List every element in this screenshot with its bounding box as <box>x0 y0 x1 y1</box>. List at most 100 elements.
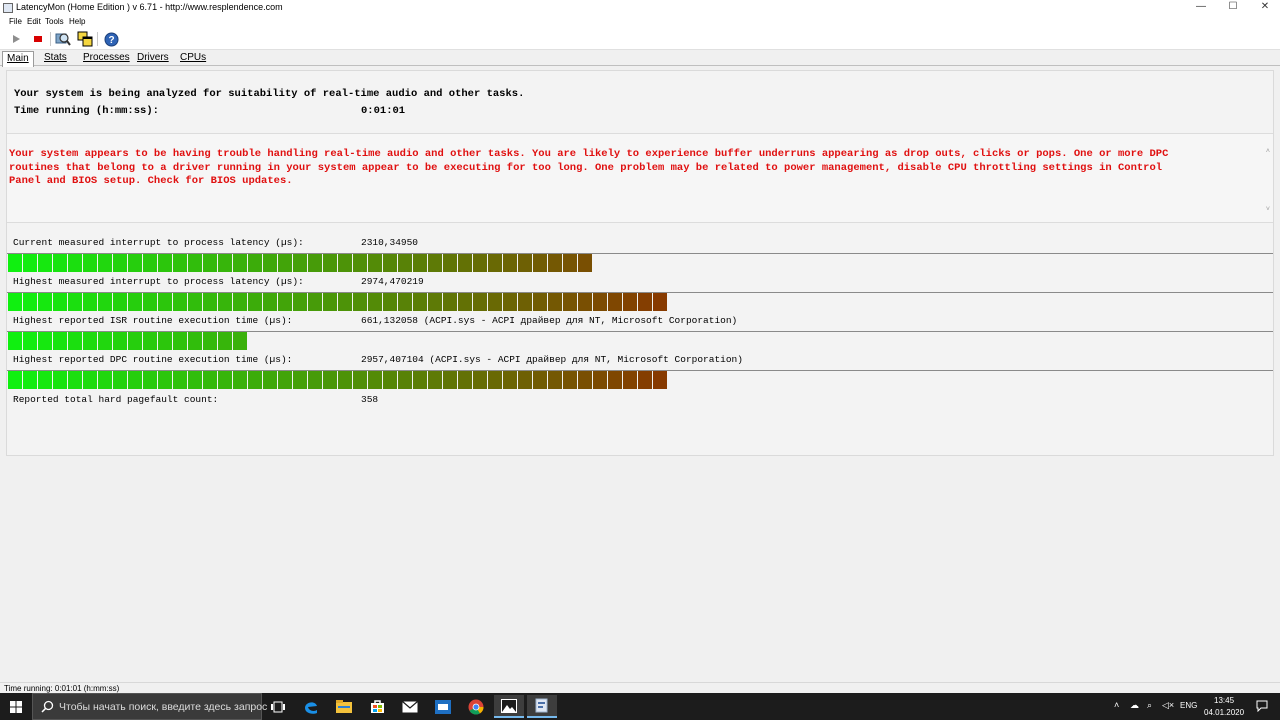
meter-segment <box>188 332 202 350</box>
meter-segment <box>143 371 157 389</box>
close-button[interactable]: ✕ <box>1248 0 1280 16</box>
meter-segment <box>173 254 187 272</box>
meter-segment <box>653 371 667 389</box>
minimize-button[interactable]: — <box>1184 0 1218 16</box>
meter-segment <box>308 293 322 311</box>
meter-segment <box>323 254 337 272</box>
scroll-down-icon[interactable]: ˅ <box>1266 206 1270 213</box>
search-icon <box>41 700 54 713</box>
clock-time[interactable]: 13:45 <box>1214 696 1234 705</box>
meter-segment <box>323 293 337 311</box>
tab-processes[interactable]: Processes <box>79 51 134 66</box>
meter-segment <box>53 254 67 272</box>
mail-button[interactable] <box>395 695 425 718</box>
current-latency-bar <box>8 254 593 272</box>
highest-latency-value: 2974,470219 <box>361 276 424 287</box>
meter-segment <box>113 293 127 311</box>
meter-segment <box>113 254 127 272</box>
meter-segment <box>233 371 247 389</box>
file-explorer-icon <box>336 699 352 713</box>
weather-button[interactable] <box>428 695 458 718</box>
menu-tools[interactable]: Tools <box>45 17 64 26</box>
meter-segment <box>98 332 112 350</box>
pagefault-value: 358 <box>361 394 379 405</box>
edge-icon <box>305 701 317 714</box>
meter-segment <box>578 254 592 272</box>
tab-drivers[interactable]: Drivers <box>133 51 173 66</box>
meter-segment <box>113 371 127 389</box>
task-view-button[interactable] <box>263 695 293 718</box>
analyze-button[interactable] <box>54 31 72 47</box>
stop-monitoring-button[interactable] <box>29 31 47 47</box>
scroll-up-icon[interactable]: ˄ <box>1266 148 1270 155</box>
meter-segment <box>413 293 427 311</box>
warning-message: Your system appears to be having trouble… <box>9 148 1169 187</box>
start-monitoring-button[interactable] <box>7 31 25 47</box>
meter-segment <box>473 371 487 389</box>
status-bar: Time running: 0:01:01 (h:mm:ss) <box>0 682 1280 693</box>
meter-segment <box>623 293 637 311</box>
help-button[interactable]: ? <box>102 31 120 47</box>
svg-text:?: ? <box>108 35 114 46</box>
warning-box[interactable]: Your system appears to be having trouble… <box>7 133 1273 223</box>
highest-latency-label: Highest measured interrupt to process la… <box>13 276 304 287</box>
meter-segment <box>143 332 157 350</box>
meter-segment <box>443 254 457 272</box>
tab-cpus[interactable]: CPUs <box>176 51 210 66</box>
meter-segment <box>578 293 592 311</box>
tab-bar: Main Stats Processes Drivers CPUs <box>0 50 1280 67</box>
tray-overflow-icon[interactable]: ˄ <box>1114 700 1119 710</box>
meter-segment <box>248 371 262 389</box>
meter-segment <box>503 371 517 389</box>
meter-segment <box>578 371 592 389</box>
meter-segment <box>38 332 52 350</box>
meter-segment <box>278 293 292 311</box>
meter-segment <box>518 371 532 389</box>
file-explorer-button[interactable] <box>329 695 359 718</box>
meter-segment <box>503 293 517 311</box>
task-view-icon <box>271 701 285 712</box>
latencymon-icon <box>535 698 548 713</box>
meter-segment <box>38 254 52 272</box>
onedrive-icon[interactable]: ☁ <box>1130 700 1139 711</box>
edge-button[interactable] <box>296 695 326 718</box>
meter-segment <box>428 254 442 272</box>
meter-segment <box>128 254 142 272</box>
meter-segment <box>458 293 472 311</box>
meter-segment <box>593 371 607 389</box>
meter-segment <box>68 293 82 311</box>
magnifier-icon <box>55 33 71 46</box>
status-heading: Your system is being analyzed for suitab… <box>14 88 525 100</box>
tab-stats[interactable]: Stats <box>40 51 71 66</box>
notification-icon[interactable] <box>1256 700 1268 712</box>
meter-segment <box>23 371 37 389</box>
meter-segment <box>158 371 172 389</box>
menu-file[interactable]: File <box>9 17 22 26</box>
tab-main[interactable]: Main <box>2 51 34 67</box>
start-button[interactable] <box>0 693 32 720</box>
taskbar-search-box[interactable]: Чтобы начать поиск, введите здесь запрос <box>32 693 267 720</box>
windows-button[interactable] <box>76 31 94 47</box>
meter-segment <box>368 371 382 389</box>
meter-segment <box>8 371 22 389</box>
meter-segment <box>503 254 517 272</box>
store-icon <box>370 700 384 713</box>
meter-segment <box>533 371 547 389</box>
maximize-button[interactable]: ☐ <box>1216 0 1250 16</box>
store-button[interactable] <box>362 695 392 718</box>
menu-help[interactable]: Help <box>69 17 85 26</box>
latencymon-taskbar-button[interactable] <box>527 695 557 718</box>
menu-edit[interactable]: Edit <box>27 17 41 26</box>
language-indicator[interactable]: ENG <box>1180 701 1197 710</box>
meter-segment <box>398 254 412 272</box>
meter-segment <box>23 332 37 350</box>
meter-segment <box>278 254 292 272</box>
photos-button[interactable] <box>494 695 524 718</box>
volume-icon[interactable]: ◁× <box>1162 700 1174 711</box>
clock-date[interactable]: 04.01.2020 <box>1204 708 1244 717</box>
meter-segment <box>218 371 232 389</box>
network-icon[interactable]: ⌕ <box>1147 700 1152 711</box>
meter-segment <box>638 293 652 311</box>
chrome-button[interactable] <box>461 695 491 718</box>
meter-segment <box>368 254 382 272</box>
